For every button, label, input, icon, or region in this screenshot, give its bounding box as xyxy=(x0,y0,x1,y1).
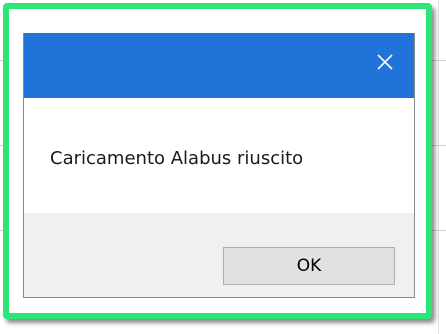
dialog-content: Caricamento Alabus riuscito xyxy=(24,98,414,213)
message-dialog: Caricamento Alabus riuscito OK xyxy=(23,33,415,298)
dialog-titlebar xyxy=(24,33,414,98)
close-icon xyxy=(377,54,393,70)
grid-line xyxy=(438,0,439,334)
dialog-footer: OK xyxy=(24,213,414,297)
ok-button[interactable]: OK xyxy=(223,247,395,285)
dialog-message: Caricamento Alabus riuscito xyxy=(50,148,304,169)
close-button[interactable] xyxy=(356,33,414,91)
